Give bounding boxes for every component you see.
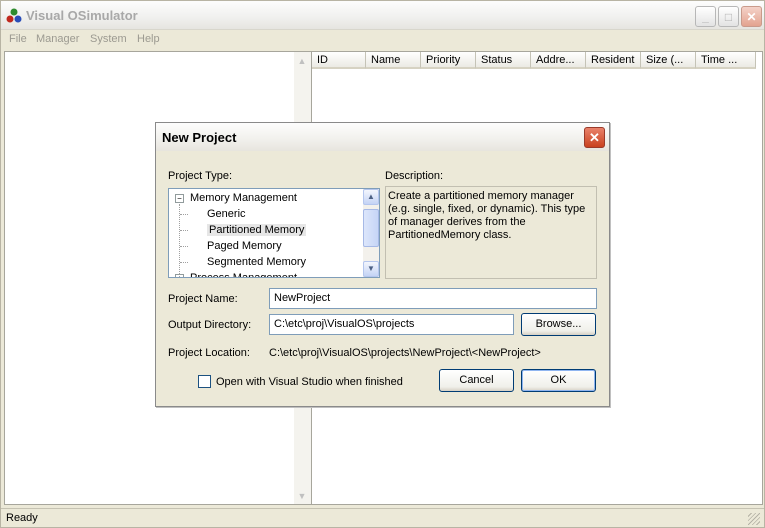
output-directory-label: Output Directory: bbox=[168, 319, 252, 331]
open-visual-studio-label[interactable]: Open with Visual Studio when finished bbox=[216, 376, 403, 388]
resize-grip-icon[interactable] bbox=[748, 513, 760, 525]
menu-system[interactable]: System bbox=[90, 33, 127, 45]
expand-icon[interactable]: + bbox=[175, 274, 184, 277]
project-location-label: Project Location: bbox=[168, 347, 250, 359]
description-box: Create a partitioned memory manager (e.g… bbox=[385, 186, 597, 279]
menu-file[interactable]: File bbox=[9, 33, 27, 45]
column-priority[interactable]: Priority bbox=[421, 52, 476, 69]
column-address[interactable]: Addre... bbox=[531, 52, 586, 69]
ok-button[interactable]: OK bbox=[521, 369, 596, 392]
tree-scroll-down-icon[interactable]: ▼ bbox=[363, 261, 379, 277]
tree-scroll-up-icon[interactable]: ▲ bbox=[363, 189, 379, 205]
project-type-tree[interactable]: − Memory Management Generic Partitioned … bbox=[168, 188, 380, 278]
close-button[interactable]: ✕ bbox=[741, 6, 762, 27]
tree-connector bbox=[180, 214, 188, 215]
column-name[interactable]: Name bbox=[366, 52, 421, 69]
menu-manager[interactable]: Manager bbox=[36, 33, 79, 45]
list-header: ID Name Priority Status Addre... Residen… bbox=[312, 52, 756, 69]
tree-scroll-thumb[interactable] bbox=[363, 209, 379, 247]
description-label: Description: bbox=[385, 170, 444, 182]
tree-connector bbox=[180, 262, 188, 263]
open-visual-studio-checkbox[interactable] bbox=[198, 375, 211, 388]
tree-item-segmented-memory[interactable]: Segmented Memory bbox=[207, 254, 306, 270]
column-resident[interactable]: Resident bbox=[586, 52, 641, 69]
menu-help[interactable]: Help bbox=[137, 33, 160, 45]
new-project-dialog: New Project ✕ Project Type: Description:… bbox=[155, 122, 610, 407]
dialog-title-bar[interactable]: New Project ✕ bbox=[156, 123, 609, 151]
window-title: Visual OSimulator bbox=[26, 8, 138, 23]
minimize-button[interactable]: _ bbox=[695, 6, 716, 27]
tree-connector bbox=[179, 204, 180, 277]
tree-item-paged-memory[interactable]: Paged Memory bbox=[207, 238, 282, 254]
title-bar[interactable]: Visual OSimulator _ □ ✕ bbox=[1, 1, 764, 30]
status-bar: Ready bbox=[1, 508, 764, 527]
scroll-up-icon[interactable]: ▲ bbox=[294, 53, 310, 69]
tree-item-process-management[interactable]: + Process Management bbox=[169, 270, 359, 277]
project-name-input[interactable]: NewProject bbox=[269, 288, 597, 309]
cancel-button[interactable]: Cancel bbox=[439, 369, 514, 392]
app-logo-icon bbox=[6, 8, 22, 23]
menu-bar: File Manager System Help bbox=[1, 30, 764, 49]
tree-item-generic[interactable]: Generic bbox=[207, 206, 246, 222]
tree-scrollbar[interactable]: ▲ ▼ bbox=[363, 189, 379, 277]
column-status[interactable]: Status bbox=[476, 52, 531, 69]
maximize-button[interactable]: □ bbox=[718, 6, 739, 27]
output-directory-input[interactable]: C:\etc\proj\VisualOS\projects bbox=[269, 314, 514, 335]
project-location-value: C:\etc\proj\VisualOS\projects\NewProject… bbox=[269, 347, 541, 359]
tree-connector bbox=[180, 230, 188, 231]
dialog-title: New Project bbox=[162, 130, 237, 145]
collapse-icon[interactable]: − bbox=[175, 194, 184, 203]
column-size[interactable]: Size (... bbox=[641, 52, 696, 69]
status-text: Ready bbox=[6, 512, 38, 524]
dialog-close-button[interactable]: ✕ bbox=[584, 127, 605, 148]
tree-item-partitioned-memory[interactable]: Partitioned Memory bbox=[207, 222, 307, 238]
scroll-down-icon[interactable]: ▼ bbox=[294, 488, 310, 504]
tree-connector bbox=[180, 246, 188, 247]
tree-item-memory-management[interactable]: − Memory Management bbox=[169, 190, 359, 206]
column-time[interactable]: Time ... bbox=[696, 52, 756, 69]
column-id[interactable]: ID bbox=[312, 52, 366, 69]
project-name-label: Project Name: bbox=[168, 293, 238, 305]
browse-button[interactable]: Browse... bbox=[521, 313, 596, 336]
project-type-label: Project Type: bbox=[168, 170, 232, 182]
